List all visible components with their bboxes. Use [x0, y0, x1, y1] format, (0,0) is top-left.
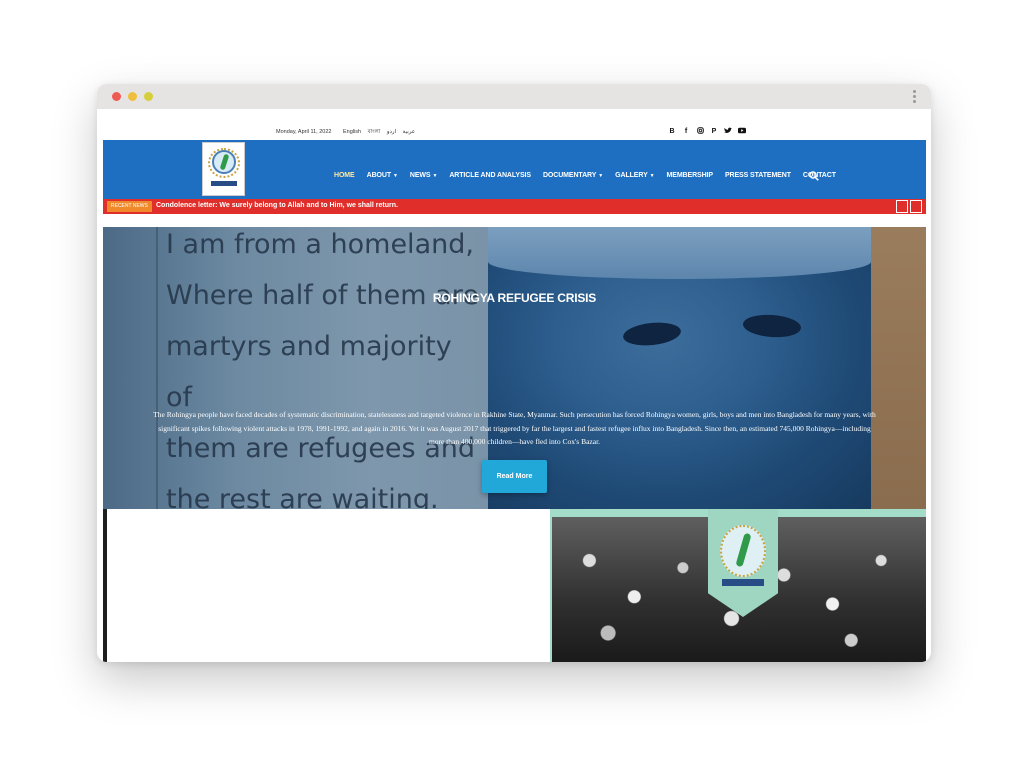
nav-item-article-and-analysis[interactable]: ARTICLE AND ANALYSIS: [449, 172, 531, 179]
nav-item-about[interactable]: ABOUT ▼: [367, 172, 398, 179]
chevron-down-icon: ▼: [432, 173, 438, 179]
blogger-icon[interactable]: B: [668, 127, 676, 137]
twitter-icon[interactable]: [724, 127, 732, 138]
youtube-icon[interactable]: [738, 127, 746, 138]
read-more-button[interactable]: Read More: [482, 460, 547, 493]
hero-divider: [156, 227, 158, 509]
nav-item-membership[interactable]: MEMBERSHIP: [667, 172, 714, 179]
main-navigation: HOME ABOUT ▼ NEWS ▼ ARTICLE AND ANALYSIS D…: [103, 140, 926, 199]
chevron-down-icon: ▼: [393, 173, 398, 179]
logo-ribbon: [211, 181, 237, 186]
poem-line: I am from a homeland,: [166, 229, 474, 260]
ticker-headline[interactable]: Condolence letter: We surely belong to A…: [156, 202, 398, 209]
hero-photo-hat: [488, 227, 871, 279]
maximize-window-button[interactable]: [144, 92, 153, 101]
nav-item-home[interactable]: HOME: [334, 172, 355, 179]
nav-item-contact[interactable]: CONTACT: [803, 172, 836, 179]
lang-arabic[interactable]: عربية: [403, 129, 415, 135]
browser-window: Monday, April 11, 2022 English বাংলা عرب…: [97, 84, 931, 662]
window-menu-icon[interactable]: [913, 90, 917, 104]
search-icon[interactable]: [809, 171, 819, 181]
site-logo[interactable]: [202, 142, 245, 196]
nav-item-documentary[interactable]: DOCUMENTARY ▼: [543, 172, 603, 179]
instagram-icon[interactable]: [696, 126, 704, 138]
hero-banner: I am from a homeland, Where half of them…: [103, 227, 926, 509]
minimize-window-button[interactable]: [128, 92, 137, 101]
globe-map-icon: [212, 150, 236, 174]
hero-poem: I am from a homeland, Where half of them…: [166, 227, 486, 509]
ticker-prev-button[interactable]: [896, 200, 908, 213]
hero-description: The Rohingya people have faced decades o…: [153, 410, 876, 446]
chevron-down-icon: ▼: [598, 173, 604, 179]
current-date: Monday, April 11, 2022: [276, 129, 332, 135]
close-window-button[interactable]: [112, 92, 121, 101]
lang-urdu[interactable]: اردو: [387, 129, 396, 135]
refugee-crowd-image[interactable]: [550, 509, 926, 662]
emblem-ribbon: [722, 579, 764, 586]
nav-item-press-statement[interactable]: PRESS STATEMENT: [725, 172, 791, 179]
content-left-border: [103, 509, 107, 662]
organization-emblem-icon: [720, 525, 766, 577]
ticker-next-button[interactable]: [910, 200, 922, 213]
poem-line: the rest are waiting.: [166, 484, 439, 509]
website: Monday, April 11, 2022 English বাংলা عرب…: [103, 124, 926, 662]
social-links: B f P: [668, 126, 746, 138]
window-titlebar: [97, 84, 931, 109]
recent-news-badge: RECENT NEWS: [107, 201, 152, 212]
nav-item-news[interactable]: NEWS ▼: [410, 172, 438, 179]
hero-title: ROHINGYA REFUGEE CRISIS: [432, 291, 597, 305]
lang-bangla[interactable]: বাংলা: [368, 129, 381, 135]
chevron-down-icon: ▼: [649, 173, 655, 179]
pinterest-icon[interactable]: P: [710, 127, 718, 137]
lang-english[interactable]: English: [343, 129, 361, 135]
nav-item-gallery[interactable]: GALLERY ▼: [615, 172, 654, 179]
facebook-icon[interactable]: f: [682, 127, 690, 137]
hero-side-strip: [871, 227, 926, 509]
language-switcher: English বাংলা عربية اردو: [343, 129, 420, 137]
top-info-bar: Monday, April 11, 2022 English বাংলা عرب…: [103, 124, 926, 140]
recent-news-ticker: RECENT NEWS Condolence letter: We surely…: [103, 199, 926, 214]
nav-menu: HOME ABOUT ▼ NEWS ▼ ARTICLE AND ANALYSIS D…: [334, 172, 848, 179]
